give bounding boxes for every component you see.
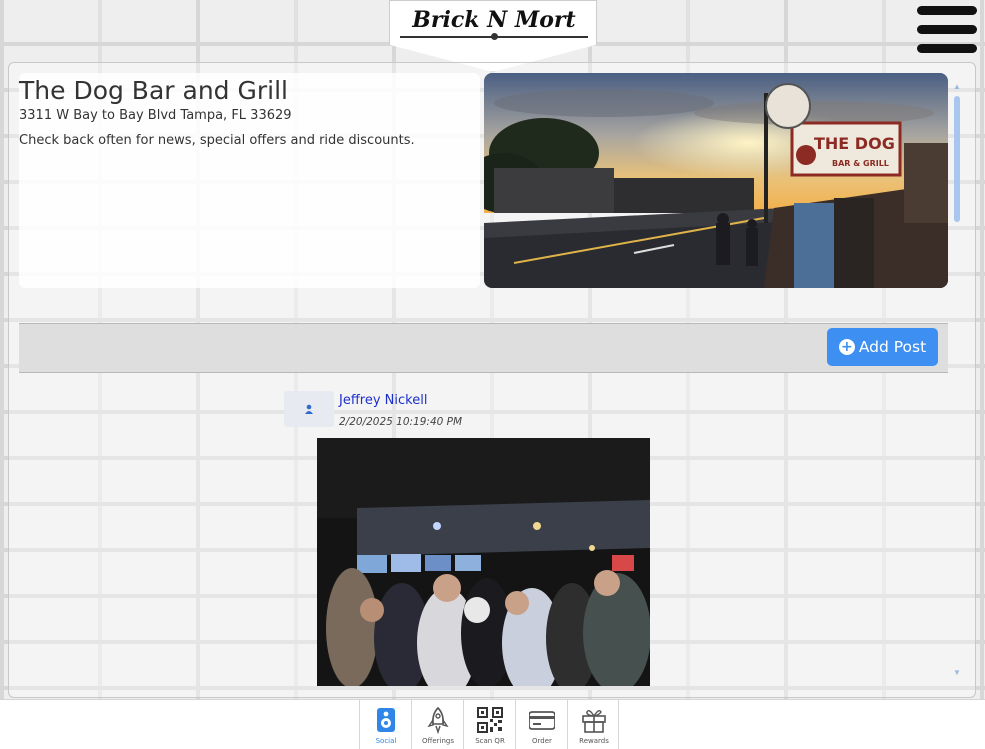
nav-item-social[interactable]: Social xyxy=(359,700,411,749)
post-author[interactable]: Jeffrey Nickell xyxy=(339,393,427,408)
post-photo[interactable] xyxy=(317,438,650,686)
feed-scrollbar[interactable]: ▲ ▼ xyxy=(952,82,962,677)
gift-icon xyxy=(582,709,606,733)
logo-text: Brick N Mort xyxy=(412,7,576,33)
nav-label-social: Social xyxy=(375,737,397,745)
nav-label-order: Order xyxy=(532,737,552,745)
venue-address: 3311 W Bay to Bay Blvd Tampa, FL 33629 xyxy=(19,108,292,123)
nav-label-rewards: Rewards xyxy=(579,737,609,745)
add-post-button[interactable]: + Add Post xyxy=(827,328,938,366)
user-icon xyxy=(305,404,313,414)
scroll-up-arrow-icon[interactable]: ▲ xyxy=(952,82,962,92)
nav-item-order[interactable]: Order xyxy=(515,700,567,749)
credit-card-icon xyxy=(529,711,555,730)
plus-circle-icon: + xyxy=(838,339,855,355)
nav-item-offerings[interactable]: Offerings xyxy=(411,700,463,749)
hamburger-menu-icon[interactable] xyxy=(917,6,977,56)
nav-label-scan-qr: Scan QR xyxy=(475,737,505,745)
scroll-down-arrow-icon[interactable]: ▼ xyxy=(952,668,962,678)
logo-dot xyxy=(491,33,498,40)
rocket-icon xyxy=(427,706,449,734)
venue-info-card xyxy=(19,73,480,288)
feed-toolbar xyxy=(19,323,948,373)
qr-code-icon xyxy=(477,707,503,733)
venue-photo: THE DOG BAR & GRILL xyxy=(484,73,948,288)
svg-text:BAR & GRILL: BAR & GRILL xyxy=(832,159,889,168)
add-post-label: Add Post xyxy=(858,338,927,356)
scroll-thumb[interactable] xyxy=(954,96,960,222)
nav-label-offerings: Offerings xyxy=(422,737,454,745)
post-timestamp: 2/20/2025 10:19:40 PM xyxy=(339,416,463,428)
nav-item-rewards[interactable]: Rewards xyxy=(567,700,619,749)
speaker-icon xyxy=(377,708,395,732)
avatar[interactable] xyxy=(284,391,334,427)
venue-note: Check back often for news, special offer… xyxy=(19,133,415,148)
svg-text:THE DOG: THE DOG xyxy=(814,134,895,153)
venue-name: The Dog Bar and Grill xyxy=(19,76,288,105)
nav-item-scan-qr[interactable]: Scan QR xyxy=(463,700,515,749)
